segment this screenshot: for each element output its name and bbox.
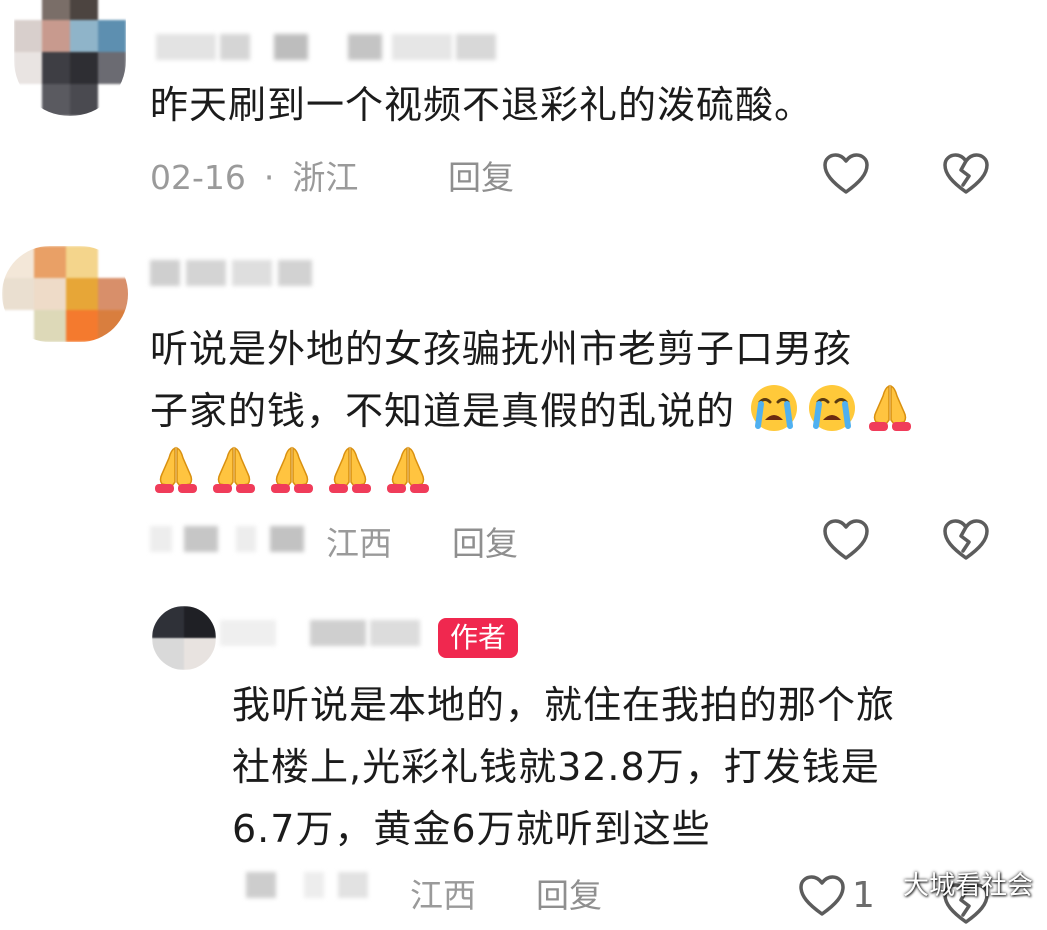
like-button[interactable] [822, 152, 870, 196]
reply-button[interactable]: 回复 [448, 156, 514, 200]
comment-location: 江西 [326, 524, 392, 563]
date-blurred [150, 526, 310, 552]
watermark: 大城看社会 [902, 871, 1033, 901]
comment-item-1: 昨天刷到一个视频不退彩礼的泼硫酸。 02-16 · 浙江 回复 [0, 0, 1047, 225]
avatar[interactable] [14, 0, 126, 116]
dislike-button[interactable] [942, 152, 990, 196]
username-blurred[interactable] [150, 260, 320, 286]
comment-location: 浙江 [292, 158, 359, 197]
comment-text: 我听说是本地的，就住在我拍的那个旅 社楼上,光彩礼钱就32.8万，打发钱是 6.… [232, 683, 896, 851]
comment-text: 昨天刷到一个视频不退彩礼的泼硫酸。 [150, 83, 814, 127]
broken-heart-icon [943, 153, 989, 194]
crying-face-icon [806, 382, 858, 434]
heart-icon [799, 875, 845, 916]
author-badge: 作者 [438, 618, 519, 658]
folded-hands-icon [266, 444, 318, 496]
date-blurred [234, 872, 394, 898]
comment-item-2: 听说是外地的女孩骗抚州市老剪子口男孩 子家的钱，不知道是真假的乱说的 江西 回复 [0, 230, 1047, 590]
like-count: 1 [852, 875, 875, 916]
comment-reply-author: 作者 我听说是本地的，就住在我拍的那个旅 社楼上,光彩礼钱就32.8万，打发钱是… [0, 596, 1047, 924]
like-button[interactable] [798, 874, 846, 918]
reply-button[interactable]: 回复 [536, 874, 602, 918]
comment-date: 02-16 [150, 158, 246, 197]
folded-hands-icon [150, 444, 202, 496]
avatar[interactable] [2, 246, 128, 342]
dislike-button[interactable] [942, 518, 990, 562]
folded-hands-icon [382, 444, 434, 496]
broken-heart-icon [943, 519, 989, 560]
comment-meta: 江西 [326, 522, 392, 566]
like-button[interactable] [822, 518, 870, 562]
heart-icon [823, 153, 869, 194]
folded-hands-icon [208, 444, 260, 496]
username-blurred[interactable] [156, 34, 536, 60]
comment-location: 江西 [410, 876, 476, 915]
comment-meta: 02-16 · 浙江 [150, 158, 359, 197]
heart-icon [823, 519, 869, 560]
comment-text: 听说是外地的女孩骗抚州市老剪子口男孩 子家的钱，不知道是真假的乱说的 [150, 318, 922, 504]
crying-face-icon [748, 382, 800, 434]
folded-hands-icon [324, 444, 376, 496]
avatar[interactable] [152, 606, 216, 670]
folded-hands-icon [864, 382, 916, 434]
comment-meta: 江西 [410, 874, 476, 918]
reply-button[interactable]: 回复 [452, 522, 518, 566]
username-blurred[interactable] [220, 620, 430, 646]
